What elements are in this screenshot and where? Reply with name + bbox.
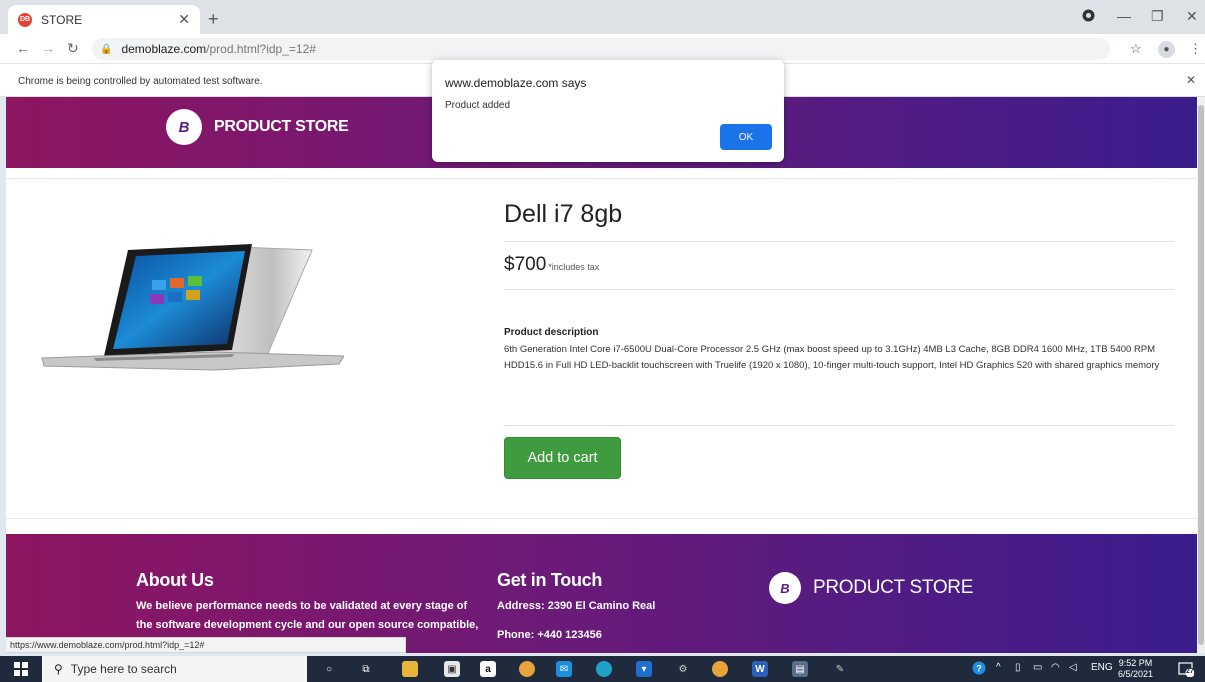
contact-phone: Phone: +440 123456	[497, 629, 602, 641]
alert-dialog: www.demoblaze.com says Product added OK	[432, 60, 784, 162]
input-language[interactable]: ENG	[1091, 662, 1113, 673]
link-status-bar: https://www.demoblaze.com/prod.html?idp_…	[6, 637, 406, 653]
footer-brand: B PRODUCT STORE	[769, 572, 973, 604]
minimize-icon[interactable]: —	[1117, 8, 1131, 24]
word-icon[interactable]: W	[752, 661, 768, 677]
description-label: Product description	[504, 327, 599, 338]
lock-icon: 🔒	[100, 43, 113, 55]
new-tab-plus-icon[interactable]: +	[208, 9, 219, 30]
task-view-icon[interactable]: ⧉	[358, 661, 374, 677]
cortana-icon[interactable]: ○	[321, 661, 337, 677]
browser-tab-store[interactable]: DB STORE ✕	[8, 5, 200, 34]
infobar-close-icon[interactable]: ✕	[1186, 73, 1196, 87]
about-us-title: About Us	[136, 570, 214, 590]
product-title: Dell i7 8gb	[504, 200, 623, 228]
title-rule	[504, 241, 1174, 242]
brand-name: PRODUCT STORE	[214, 118, 349, 135]
footer-brand-name: PRODUCT STORE	[813, 577, 974, 598]
page-scrollbar[interactable]	[1197, 97, 1205, 653]
mail-icon[interactable]: ✉	[556, 661, 572, 677]
contact-address: Address: 2390 El Camino Real	[497, 600, 656, 612]
wifi-icon[interactable]: ◠	[1051, 662, 1060, 673]
notification-count: 27	[1186, 668, 1194, 675]
profile-avatar-icon[interactable]: ●	[1158, 41, 1175, 58]
product-price: $700 *includes tax	[504, 254, 599, 276]
window-close-icon[interactable]: ✕	[1186, 8, 1198, 25]
dialog-title: www.demoblaze.com says	[445, 76, 587, 90]
brand-link[interactable]: B PRODUCT STORE	[166, 109, 349, 145]
url-host: demoblaze.com	[121, 42, 207, 56]
svg-text:?: ?	[976, 664, 982, 674]
price-rule	[504, 289, 1174, 290]
address-bar[interactable]: 🔒 demoblaze.com/prod.html?idp_=12#	[92, 38, 1110, 60]
tab-close-icon[interactable]: ✕	[178, 11, 190, 28]
clock-date: 6/5/2021	[1118, 669, 1154, 679]
menu-kebab-icon[interactable]: ⋮	[1189, 41, 1202, 57]
footer-brand-logo-icon: B	[769, 572, 801, 604]
battery-icon[interactable]: ▭	[1033, 662, 1042, 673]
store-app-icon[interactable]: ▣	[444, 661, 460, 677]
site-footer: About Us We believe performance needs to…	[6, 534, 1197, 653]
notepad-icon[interactable]: ▤	[792, 661, 808, 677]
chrome-icon[interactable]	[519, 661, 535, 677]
search-placeholder: Type here to search	[70, 662, 177, 676]
amazon-icon[interactable]: a	[480, 661, 496, 677]
store-favicon-icon: DB	[18, 12, 32, 27]
restore-icon[interactable]: ❐	[1151, 8, 1164, 25]
paint-icon[interactable]: ✎	[832, 661, 848, 677]
content-bottom-divider	[6, 518, 1197, 519]
about-us-text-line-2: the software development cycle and our o…	[136, 619, 479, 631]
help-icon[interactable]: ?	[972, 661, 986, 678]
taskbar-search-input[interactable]: ⚲ Type here to search	[42, 656, 307, 682]
file-explorer-icon[interactable]	[402, 661, 418, 677]
infobar-message: Chrome is being controlled by automated …	[18, 76, 263, 87]
back-arrow-icon[interactable]: ←	[16, 40, 30, 56]
price-value: $700	[504, 254, 547, 275]
page-viewport: B PRODUCT STORE Dell i7 8gb $700 *includ…	[6, 97, 1197, 653]
settings-gear-icon[interactable]: ⚙	[675, 661, 691, 677]
forward-arrow-icon[interactable]: →	[41, 40, 55, 56]
chrome-active-icon[interactable]	[712, 661, 728, 677]
url-path: /prod.html?idp_=12#	[206, 42, 316, 56]
taskbar-clock[interactable]: 9:52 PM 6/5/2021	[1118, 658, 1153, 680]
dialog-message: Product added	[445, 100, 511, 111]
bookmark-star-icon[interactable]: ☆	[1130, 41, 1142, 57]
about-us-text-line-1: We believe performance needs to be valid…	[136, 600, 468, 612]
extension-record-icon[interactable]	[1082, 9, 1095, 25]
tab-strip: DB STORE ✕ + — ❐ ✕	[0, 0, 1205, 34]
add-to-cart-button[interactable]: Add to cart	[504, 437, 621, 479]
get-in-touch-title: Get in Touch	[497, 570, 603, 590]
tray-meet-icon[interactable]: ▯	[1015, 662, 1021, 673]
tab-title: STORE	[41, 12, 83, 27]
description-rule	[504, 425, 1174, 426]
reload-icon[interactable]: ↻	[67, 40, 79, 57]
windows-start-icon[interactable]	[14, 662, 28, 676]
teams-icon[interactable]: ▾	[636, 661, 652, 677]
scrollbar-thumb[interactable]	[1198, 105, 1204, 645]
clock-time: 9:52 PM	[1118, 658, 1153, 668]
product-description: 6th Generation Intel Core i7-6500U Dual-…	[504, 344, 1160, 371]
brand-logo-icon: B	[166, 109, 202, 145]
edge-icon[interactable]	[596, 661, 612, 677]
tray-chevron-icon[interactable]: ^	[996, 662, 1001, 673]
dialog-ok-button[interactable]: OK	[720, 124, 772, 150]
product-image	[41, 244, 344, 371]
search-icon: ⚲	[54, 662, 63, 676]
windows-taskbar: ⚲ Type here to search ○ ⧉ ▣ a ✉ ▾ ⚙ W ▤ …	[0, 656, 1205, 682]
content-top-divider	[6, 178, 1197, 179]
volume-icon[interactable]: ◁	[1069, 662, 1077, 673]
tax-note: *includes tax	[548, 262, 600, 272]
